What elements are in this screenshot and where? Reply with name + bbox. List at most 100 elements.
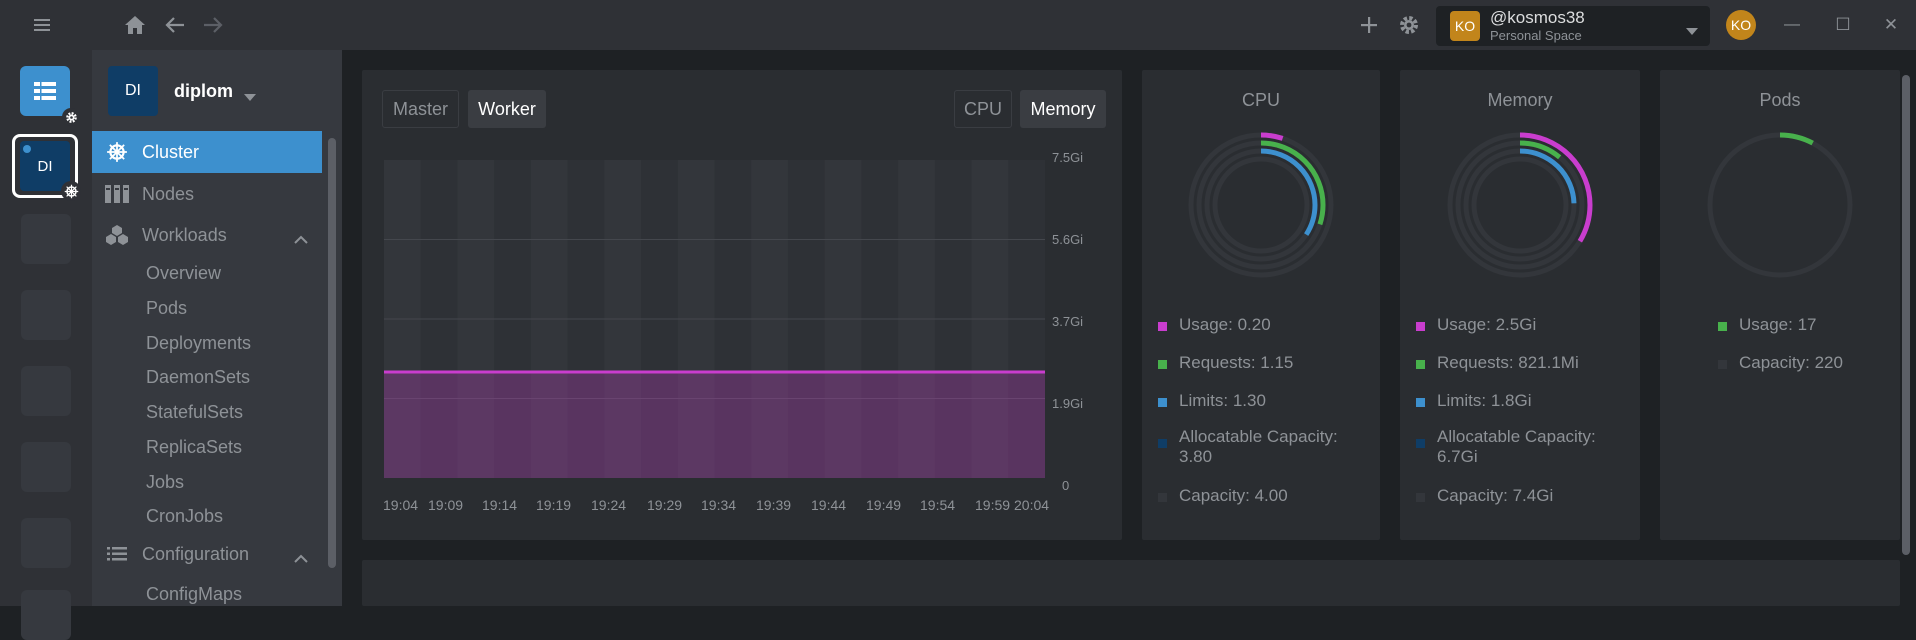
sidebar-subitem-jobs[interactable]: Jobs — [146, 472, 184, 493]
sidebar-subitem-replicasets[interactable]: ReplicaSets — [146, 437, 242, 458]
legend-item: Capacity: 4.00 — [1158, 486, 1288, 506]
x-tick-label: 19:34 — [701, 497, 737, 513]
sidebar-item-cluster[interactable]: Cluster — [92, 131, 322, 173]
user-menu[interactable]: KO @kosmos38 Personal Space — [1436, 6, 1710, 46]
sidebar-item-nodes[interactable]: Nodes — [92, 173, 322, 215]
hotbar-empty-slot[interactable] — [21, 290, 71, 340]
grid-icon — [34, 82, 56, 100]
x-tick-label: 20:04 — [1014, 497, 1050, 513]
legend-swatch — [1718, 360, 1727, 369]
sidebar-subitem-configmaps[interactable]: ConfigMaps — [146, 584, 242, 605]
pods-ring-chart — [1707, 132, 1853, 278]
x-tick-label: 19:59 — [975, 497, 1011, 513]
x-tick-label: 19:24 — [591, 497, 627, 513]
sidebar-subitem-cronjobs[interactable]: CronJobs — [146, 506, 223, 527]
cluster-hotbar-item[interactable]: DI — [12, 134, 81, 201]
list-icon — [92, 547, 142, 561]
gear-icon[interactable] — [1396, 12, 1422, 38]
arrow-right-icon[interactable] — [200, 12, 226, 38]
arrow-left-icon[interactable] — [162, 12, 188, 38]
hotbar-empty-slot[interactable] — [21, 590, 71, 640]
sidebar-subitem-deployments[interactable]: Deployments — [146, 333, 251, 354]
workloads-icon — [92, 225, 142, 245]
status-dot — [23, 145, 31, 153]
sidebar-subitem-overview[interactable]: Overview — [146, 263, 221, 284]
cpu-panel: CPU Usage: 0.20 Requests: 1.15 Limits: 1… — [1142, 70, 1380, 540]
legend-swatch — [1158, 322, 1167, 331]
close-icon[interactable]: ✕ — [1879, 12, 1903, 38]
pods-panel: Pods Usage: 17 Capacity: 220 — [1660, 70, 1900, 540]
x-tick-label: 19:19 — [536, 497, 572, 513]
sidebar-scrollbar[interactable] — [328, 138, 336, 568]
hamburger-icon[interactable] — [30, 14, 54, 36]
y-tick-label: 3.7Gi — [1052, 314, 1084, 329]
y-tick-label: 0 — [1062, 478, 1070, 493]
gear-badge-icon — [62, 108, 80, 126]
sidebar-item-configuration[interactable]: Configuration — [92, 533, 322, 575]
legend-swatch — [1158, 493, 1167, 502]
maximize-icon[interactable]: ☐ — [1831, 12, 1855, 38]
hotbar-empty-slot[interactable] — [21, 518, 71, 568]
legend-swatch — [1718, 322, 1727, 331]
sidebar-item-label: Configuration — [142, 543, 250, 564]
legend-swatch — [1416, 493, 1425, 502]
metrics-chart-panel: Master Worker CPU Memory 7.5Gi 5.6Gi 3.7… — [362, 70, 1122, 540]
main-scrollbar[interactable] — [1902, 75, 1910, 555]
legend-swatch — [1416, 439, 1425, 448]
legend-item: Usage: 17 — [1718, 315, 1817, 335]
sidebar-subitem-pods[interactable]: Pods — [146, 298, 187, 319]
sidebar-item-label: Cluster — [142, 141, 200, 162]
user-name: @kosmos38 — [1490, 8, 1585, 27]
user-avatar-circle[interactable]: KO — [1726, 10, 1756, 40]
x-tick-label: 19:29 — [647, 497, 683, 513]
chevron-up-icon — [294, 547, 308, 568]
cluster-name[interactable]: diplom — [174, 81, 233, 102]
cpu-ring-chart — [1188, 132, 1334, 278]
helm-icon — [92, 141, 142, 163]
helm-icon — [61, 181, 81, 201]
user-space: Personal Space — [1490, 28, 1582, 43]
events-panel — [362, 560, 1900, 606]
legend-item: Usage: 0.20 — [1158, 315, 1271, 335]
x-tick-label: 19:44 — [811, 497, 847, 513]
sidebar-subitem-daemonsets[interactable]: DaemonSets — [146, 367, 250, 388]
memory-ring-chart — [1447, 132, 1593, 278]
nodes-icon — [92, 185, 142, 203]
catalog-button[interactable] — [20, 66, 80, 126]
legend-swatch — [1416, 398, 1425, 407]
chevron-down-icon[interactable] — [244, 88, 256, 106]
x-tick-label: 19:39 — [756, 497, 792, 513]
legend-swatch — [1158, 360, 1167, 369]
sidebar-subitem-statefulsets[interactable]: StatefulSets — [146, 402, 243, 423]
memory-area-chart — [384, 160, 1045, 478]
pods-title: Pods — [1759, 90, 1801, 110]
home-icon[interactable] — [122, 12, 148, 38]
plus-icon[interactable] — [1356, 12, 1382, 38]
top-bar: KO @kosmos38 Personal Space KO — ☐ ✕ — [0, 0, 1916, 50]
y-tick-label: 1.9Gi — [1052, 396, 1084, 411]
cpu-title: CPU — [1241, 90, 1280, 110]
hotbar-empty-slot[interactable] — [21, 214, 71, 264]
x-tick-label: 19:49 — [866, 497, 902, 513]
sidebar-item-label: Workloads — [142, 224, 227, 245]
cluster-badge: DI — [108, 66, 158, 116]
sidebar-item-label: Nodes — [142, 183, 195, 204]
legend-swatch — [1158, 439, 1167, 448]
chevron-up-icon — [294, 228, 308, 249]
legend-swatch — [1416, 360, 1425, 369]
legend-item: Capacity: 220 — [1718, 353, 1843, 373]
hotbar-empty-slot[interactable] — [21, 442, 71, 492]
hotbar-empty-slot[interactable] — [21, 366, 71, 416]
legend-item: Allocatable Capacity: 6.7Gi — [1416, 427, 1616, 467]
x-tick-label: 19:14 — [482, 497, 518, 513]
x-tick-label: 19:04 — [383, 497, 419, 513]
legend-swatch — [1158, 398, 1167, 407]
legend-swatch — [1416, 322, 1425, 331]
sidebar-item-workloads[interactable]: Workloads — [92, 214, 322, 256]
legend-item: Allocatable Capacity: 3.80 — [1158, 427, 1358, 467]
legend-item: Limits: 1.8Gi — [1416, 391, 1531, 411]
minimize-icon[interactable]: — — [1780, 12, 1804, 38]
sidebar: DI diplom Cluster Nodes Workloads Overvi… — [92, 50, 342, 606]
memory-panel: Memory Usage: 2.5Gi Requests: 821.1Mi Li… — [1400, 70, 1640, 540]
legend-item: Usage: 2.5Gi — [1416, 315, 1536, 335]
